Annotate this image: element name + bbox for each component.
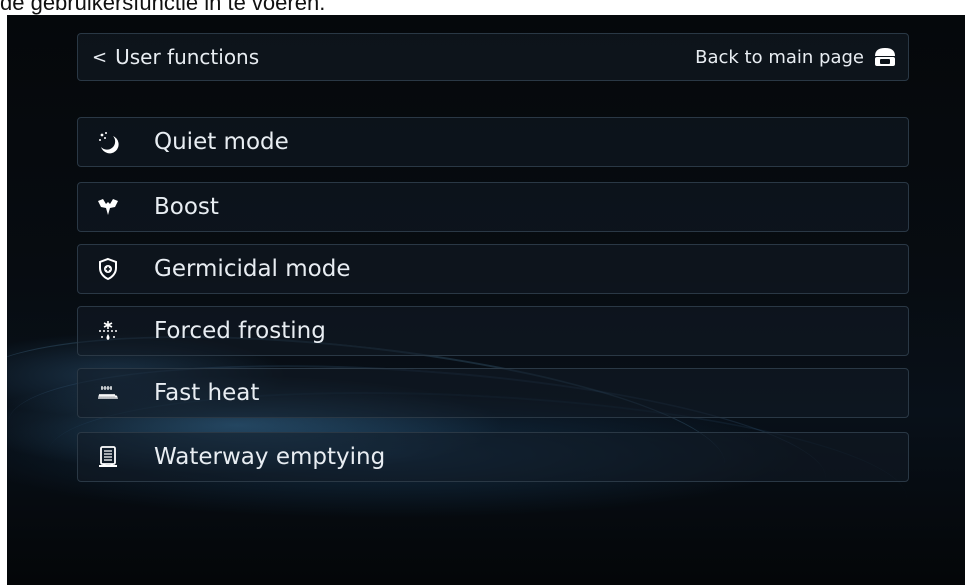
device-screen: < User functions Back to main page Quiet…	[7, 15, 965, 585]
menu-item-fast-heat[interactable]: Fast heat	[77, 368, 909, 418]
home-icon	[875, 48, 895, 66]
menu-item-germicidal-mode[interactable]: Germicidal mode	[77, 244, 909, 294]
boost-icon	[94, 193, 122, 221]
menu-item-label: Quiet mode	[154, 129, 289, 155]
back-to-main-button[interactable]: Back to main page	[695, 34, 898, 80]
shield-plus-icon	[94, 255, 122, 283]
menu-item-waterway-emptying[interactable]: Waterway emptying	[77, 432, 909, 482]
moon-stars-icon	[94, 128, 122, 156]
water-tank-icon	[94, 443, 122, 471]
header-bar: < User functions Back to main page	[77, 33, 909, 81]
caption-text: de gebruikersfunctie in te voeren.	[0, 0, 326, 15]
page-title: User functions	[115, 45, 260, 69]
back-to-main-label: Back to main page	[695, 46, 864, 68]
chevron-left-icon: <	[92, 46, 108, 68]
back-button[interactable]: < User functions	[92, 34, 259, 80]
snowflake-drop-icon	[94, 317, 122, 345]
menu-item-boost[interactable]: Boost	[77, 182, 909, 232]
menu-item-label: Germicidal mode	[154, 256, 351, 282]
menu-item-label: Forced frosting	[154, 318, 326, 344]
menu-item-forced-frosting[interactable]: Forced frosting	[77, 306, 909, 356]
menu-item-label: Fast heat	[154, 380, 260, 406]
heating-coil-icon	[94, 379, 122, 407]
menu-item-label: Boost	[154, 194, 219, 220]
menu-item-label: Waterway emptying	[154, 444, 386, 470]
menu-item-quiet-mode[interactable]: Quiet mode	[77, 117, 909, 167]
